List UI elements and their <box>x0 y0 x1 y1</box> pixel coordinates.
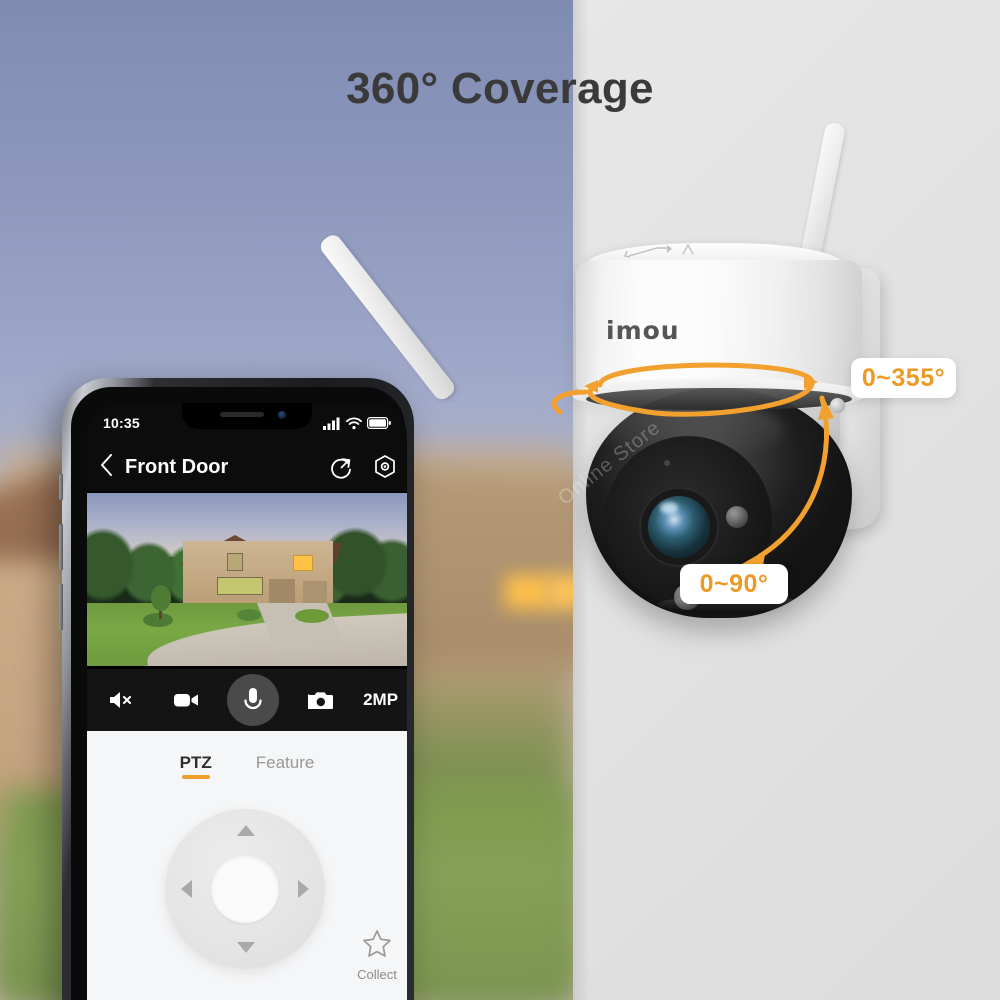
wifi-icon <box>346 416 362 429</box>
settings-hexagon-icon <box>375 455 395 478</box>
tab-feature[interactable]: Feature <box>256 753 315 779</box>
mount-screw-icon <box>830 398 845 413</box>
lens-flare <box>660 502 678 514</box>
video-shrub <box>237 609 261 621</box>
collect-label: Collect <box>357 967 397 982</box>
ir-led-icon <box>726 506 748 528</box>
star-outline-icon <box>363 930 391 957</box>
share-icon <box>331 458 351 479</box>
camera-shutter-icon <box>308 691 334 709</box>
tab-ptz[interactable]: PTZ <box>180 753 212 779</box>
battery-icon <box>367 417 391 429</box>
page-title: 360° Coverage <box>346 64 654 113</box>
microphone-icon <box>244 688 263 710</box>
cellular-signal-icon <box>323 417 340 430</box>
video-letterbox <box>87 491 407 493</box>
arrow-down-icon[interactable] <box>237 942 255 953</box>
phone-notch <box>182 403 312 429</box>
dome-top-band <box>586 388 852 410</box>
page-header-title: Front Door <box>125 455 229 478</box>
microphone-hole-icon <box>664 460 670 466</box>
collect-button[interactable]: Collect <box>349 929 405 982</box>
record-video-button[interactable] <box>162 676 210 724</box>
video-house-window <box>227 553 243 571</box>
camera-lens-icon <box>648 496 710 558</box>
phone-screen: 10:35 Front Door 2MP PTZ Feature Collect <box>87 403 407 1000</box>
status-bar-time: 10:35 <box>103 415 140 431</box>
phone-bezel: 10:35 Front Door 2MP PTZ Feature Collect <box>71 387 407 1000</box>
ptz-panel: PTZ Feature Collect <box>87 731 407 1000</box>
front-camera-icon <box>278 411 286 419</box>
resolution-label[interactable]: 2MP <box>363 690 398 710</box>
ptz-center-button[interactable] <box>211 855 279 923</box>
camera-product-illustration: imou <box>317 110 900 630</box>
panel-tabs: PTZ Feature <box>87 753 407 779</box>
arrow-left-icon[interactable] <box>181 880 192 898</box>
video-house-window <box>217 577 263 595</box>
video-small-tree <box>151 585 171 611</box>
arrow-right-icon[interactable] <box>298 880 309 898</box>
phone-volume-up-button[interactable] <box>59 524 63 570</box>
video-garage-door <box>303 581 327 603</box>
video-shrub <box>295 609 329 623</box>
arrow-up-icon[interactable] <box>237 825 255 836</box>
promo-image-root: 360° Coverage imou 0~355° 0~90° Online S… <box>0 0 1000 1000</box>
live-video-feed[interactable] <box>87 491 407 669</box>
back-button[interactable] <box>87 454 125 480</box>
video-camera-icon <box>173 694 198 707</box>
speaker-mute-button[interactable] <box>96 676 144 724</box>
video-garage-door <box>269 579 295 603</box>
status-bar-icons <box>323 416 391 430</box>
phone-volume-down-button[interactable] <box>59 584 63 630</box>
chevron-left-icon <box>100 454 112 476</box>
share-button[interactable] <box>319 455 363 479</box>
video-shrub <box>143 613 173 627</box>
phone-mute-switch[interactable] <box>59 474 63 500</box>
snapshot-button[interactable] <box>297 676 345 724</box>
app-header: Front Door <box>87 443 407 491</box>
ptz-dpad[interactable] <box>165 809 325 969</box>
smartphone-mockup: 10:35 Front Door 2MP PTZ Feature Collect <box>59 378 414 1000</box>
pan-range-badge: 0~355° <box>851 358 956 398</box>
tilt-range-badge: 0~90° <box>680 564 788 604</box>
phone-frame: 10:35 Front Door 2MP PTZ Feature Collect <box>59 378 414 1000</box>
camera-brand-logo: imou <box>606 316 680 345</box>
video-house-lit-window <box>293 555 313 571</box>
speaker-muted-icon <box>109 692 131 708</box>
video-control-bar: 2MP <box>87 669 407 731</box>
device-settings-button[interactable] <box>363 454 407 480</box>
earpiece-speaker-icon <box>220 412 264 417</box>
talk-microphone-button[interactable] <box>227 674 280 726</box>
